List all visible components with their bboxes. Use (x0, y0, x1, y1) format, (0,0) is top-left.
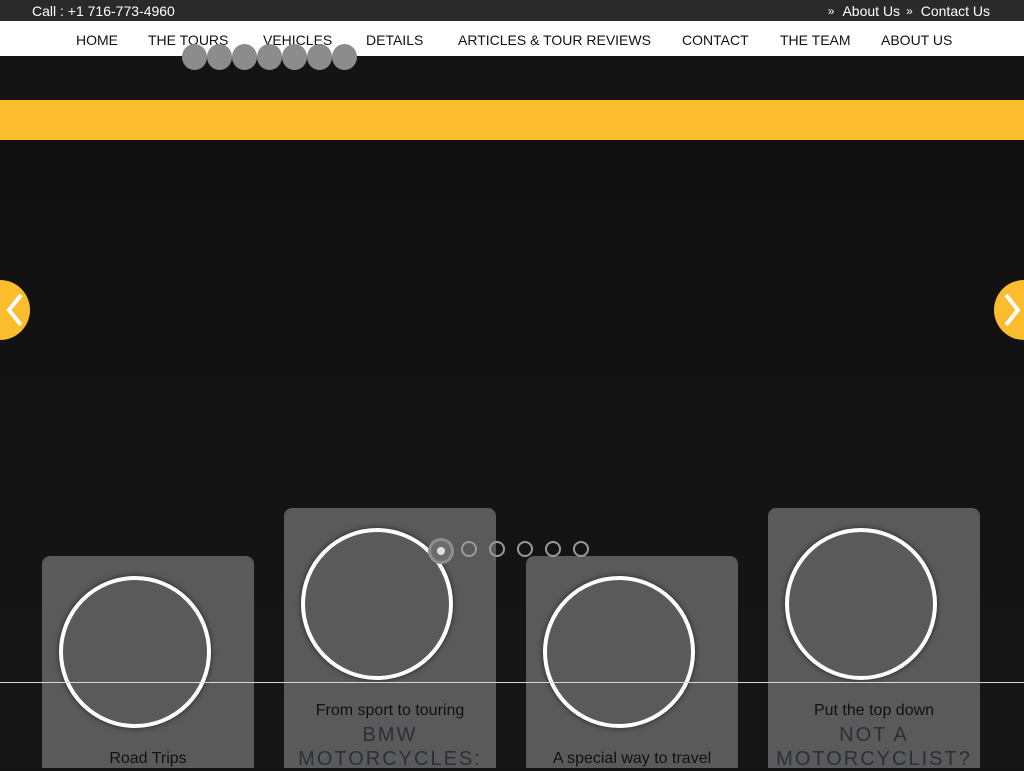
divider (0, 682, 1024, 683)
phone-number[interactable]: +1 716-773-4960 (68, 3, 175, 19)
nav-item-home[interactable]: HOME (76, 32, 118, 48)
accent-band (0, 100, 1024, 140)
nav-item-articles-tour-reviews[interactable]: ARTICLES & TOUR REVIEWS (458, 32, 651, 48)
main-nav: HOME THE TOURS VEHICLES DETAILS ARTICLES… (0, 21, 1024, 56)
raquo-icon: » (906, 4, 913, 18)
top-links: » About Us » Contact Us (828, 3, 990, 19)
card-caption: A special way to travel (552, 750, 712, 767)
nav-item-details[interactable]: DETAILS (366, 32, 423, 48)
card-image (543, 576, 695, 728)
chevron-left-icon (6, 293, 23, 327)
decor-circle (232, 44, 257, 70)
contact-us-link[interactable]: Contact Us (921, 3, 990, 19)
about-us-link[interactable]: About Us (842, 3, 900, 19)
card-heading: BMW MOTORCYCLES: (298, 724, 482, 770)
slider-dot[interactable] (545, 541, 561, 557)
decor-circle (282, 44, 307, 70)
card-image (59, 576, 211, 728)
tour-card[interactable]: A special way to travel (526, 556, 738, 768)
nav-item-the-team[interactable]: THE TEAM (780, 32, 851, 48)
slider-dot[interactable] (428, 538, 454, 564)
nav-decoration (182, 44, 358, 70)
tour-card[interactable]: Put the top down NOT A MOTORCYCLIST? (768, 508, 980, 770)
slider-dot[interactable] (489, 541, 505, 557)
tour-card[interactable]: Road Trips (42, 556, 254, 768)
card-caption: From sport to touring (315, 702, 465, 719)
chevron-right-icon (1004, 293, 1021, 327)
top-bar: Call : +1 716-773-4960 » About Us » Cont… (0, 0, 1024, 21)
card-caption: Put the top down (813, 702, 935, 719)
slider-dot[interactable] (461, 541, 477, 557)
decor-circle (257, 44, 282, 70)
slider-dot[interactable] (517, 541, 533, 557)
nav-item-about-us[interactable]: ABOUT US (881, 32, 952, 48)
call-label: Call : (32, 3, 64, 19)
raquo-icon: » (827, 4, 835, 18)
decor-circle (182, 44, 207, 70)
decor-circle (332, 44, 357, 70)
phone-contact: Call : +1 716-773-4960 (32, 3, 175, 19)
nav-item-contact[interactable]: CONTACT (682, 32, 749, 48)
slider-dot[interactable] (573, 541, 589, 557)
card-caption: Road Trips (109, 750, 187, 767)
decor-circle (307, 44, 332, 70)
slider-pagination (428, 538, 598, 564)
card-heading: NOT A MOTORCYCLIST? (776, 724, 972, 770)
card-image (785, 528, 937, 680)
decor-circle (207, 44, 232, 70)
